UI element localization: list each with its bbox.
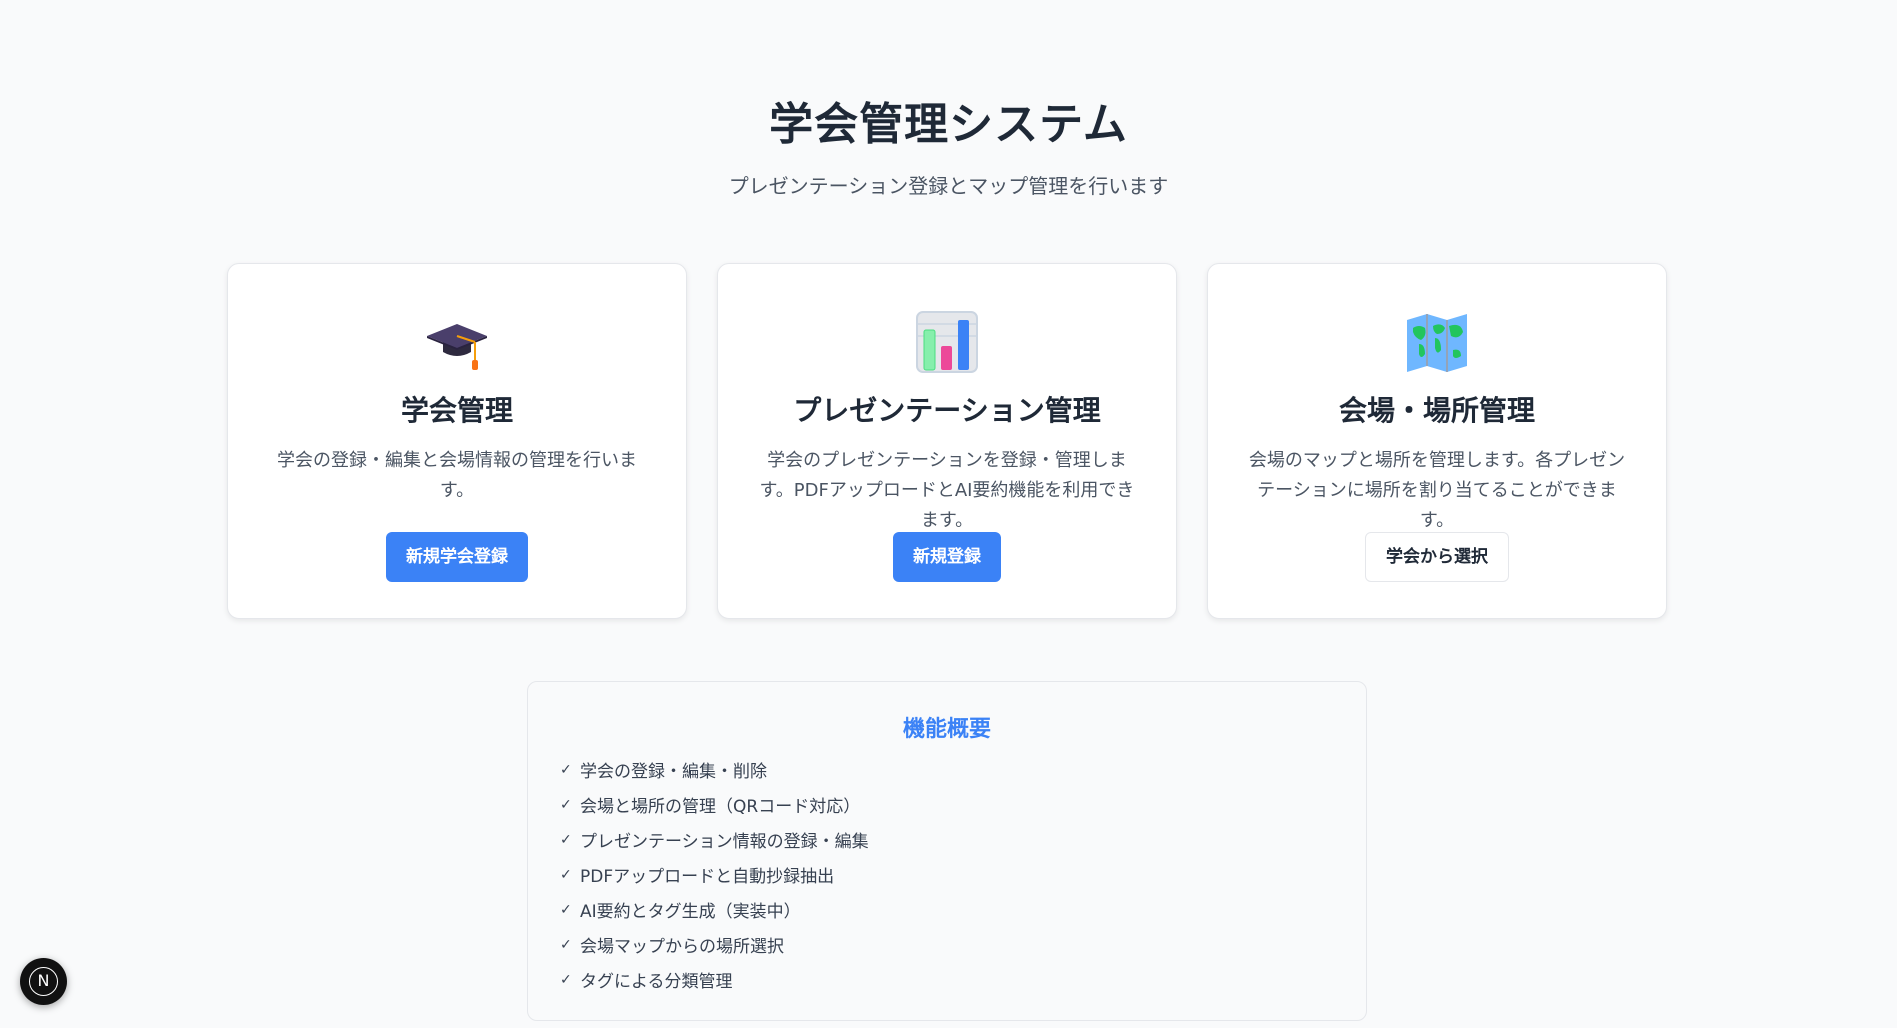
card-title: プレゼンテーション管理 bbox=[793, 394, 1101, 427]
feature-label: PDFアップロードと自動抄録抽出 bbox=[580, 867, 835, 887]
conference-management-card: 学会管理 学会の登録・編集と会場情報の管理を行います。 新規学会登録 bbox=[227, 263, 687, 619]
feature-list: ✓ 学会の登録・編集・削除 ✓ 会場と場所の管理（QRコード対応） ✓ プレゼン… bbox=[560, 752, 1366, 997]
check-icon: ✓ bbox=[560, 901, 572, 918]
world-map-icon bbox=[1407, 314, 1467, 372]
dev-tools-button[interactable]: N bbox=[20, 958, 67, 1005]
check-icon: ✓ bbox=[560, 831, 572, 848]
feature-label: 会場マップからの場所選択 bbox=[580, 937, 784, 957]
check-icon: ✓ bbox=[560, 936, 572, 953]
feature-cards: 学会管理 学会の登録・編集と会場情報の管理を行います。 新規学会登録 プレゼンテ… bbox=[227, 263, 1668, 619]
feature-overview: 機能概要 ✓ 学会の登録・編集・削除 ✓ 会場と場所の管理（QRコード対応） ✓… bbox=[527, 681, 1367, 1021]
card-description: 学会の登録・編集と会場情報の管理を行います。 bbox=[277, 450, 637, 501]
feature-label: 会場と場所の管理（QRコード対応） bbox=[580, 797, 861, 817]
page-subtitle: プレゼンテーション登録とマップ管理を行います bbox=[728, 174, 1169, 198]
check-icon: ✓ bbox=[560, 971, 572, 988]
new-conference-button[interactable]: 新規学会登録 bbox=[386, 532, 528, 582]
select-from-conference-button[interactable]: 学会から選択 bbox=[1365, 532, 1509, 582]
check-icon: ✓ bbox=[560, 796, 572, 813]
home-page: 学会管理システム プレゼンテーション登録とマップ管理を行います 学会管理 学会の… bbox=[0, 0, 1897, 1028]
list-item: ✓ 学会の登録・編集・削除 bbox=[560, 752, 1366, 787]
graduation-cap-icon bbox=[427, 324, 487, 370]
list-item: ✓ AI要約とタグ生成（実装中） bbox=[560, 892, 1366, 927]
page-title: 学会管理システム bbox=[769, 99, 1128, 150]
card-description: 会場のマップと場所を管理します。各プレゼンテーションに場所を割り当てることができ… bbox=[1248, 450, 1626, 531]
check-icon: ✓ bbox=[560, 761, 572, 778]
card-title: 学会管理 bbox=[400, 394, 513, 427]
list-item: ✓ タグによる分類管理 bbox=[560, 962, 1366, 997]
list-item: ✓ プレゼンテーション情報の登録・編集 bbox=[560, 822, 1366, 857]
bar-chart-icon bbox=[916, 311, 978, 373]
feature-label: タグによる分類管理 bbox=[580, 972, 733, 992]
feature-label: 学会の登録・編集・削除 bbox=[580, 762, 767, 782]
feature-label: プレゼンテーション情報の登録・編集 bbox=[580, 832, 869, 852]
presentation-management-card: プレゼンテーション管理 学会のプレゼンテーションを登録・管理します。PDFアップ… bbox=[717, 263, 1177, 619]
n-logo-icon: N bbox=[29, 967, 58, 996]
card-title: 会場・場所管理 bbox=[1338, 394, 1535, 427]
feature-label: AI要約とタグ生成（実装中） bbox=[580, 902, 801, 922]
page-header: 学会管理システム プレゼンテーション登録とマップ管理を行います bbox=[0, 92, 1897, 206]
list-item: ✓ 会場マップからの場所選択 bbox=[560, 927, 1366, 962]
venue-management-card: 会場・場所管理 会場のマップと場所を管理します。各プレゼンテーションに場所を割り… bbox=[1207, 263, 1667, 619]
new-presentation-button[interactable]: 新規登録 bbox=[893, 532, 1001, 582]
overview-title: 機能概要 bbox=[902, 717, 991, 742]
check-icon: ✓ bbox=[560, 866, 572, 883]
list-item: ✓ PDFアップロードと自動抄録抽出 bbox=[560, 857, 1366, 892]
card-description: 学会のプレゼンテーションを登録・管理します。PDFアップロードとAI要約機能を利… bbox=[759, 450, 1135, 531]
list-item: ✓ 会場と場所の管理（QRコード対応） bbox=[560, 787, 1366, 822]
